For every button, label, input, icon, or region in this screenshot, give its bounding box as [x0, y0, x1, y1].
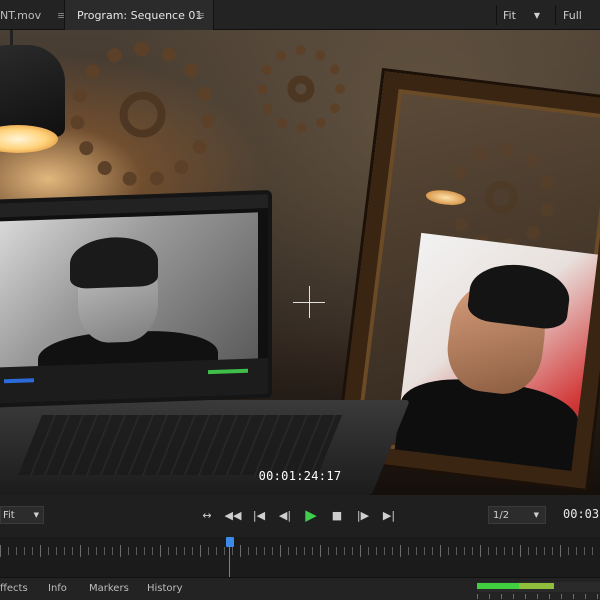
audio-meter-scale: [477, 594, 600, 599]
tab-source-clip[interactable]: NT.mov ≡: [0, 0, 66, 30]
step-forward-frame-button[interactable]: |▶: [350, 506, 376, 524]
laptop-screen: [0, 189, 272, 409]
divider: [555, 5, 556, 25]
timeline-ruler[interactable]: [0, 537, 600, 577]
zoom-level-dropdown[interactable]: Fit ▼: [0, 506, 44, 524]
ruler-major-ticks: [0, 545, 600, 557]
stop-icon: ■: [331, 508, 343, 522]
mark-in-out-button[interactable]: ↔: [194, 506, 220, 524]
audio-meter-level: [477, 583, 519, 589]
audio-meter-level: [519, 583, 554, 589]
go-to-in-icon: |◀: [252, 508, 266, 522]
transport-controls: ↔ ◀◀ |◀ ◀| ▶ ■ |▶ ▶|: [194, 506, 402, 524]
playhead-handle[interactable]: [226, 537, 234, 547]
tab-program-sequence[interactable]: Program: Sequence 01 ≡: [64, 0, 214, 30]
mark-in-out-icon: ↔: [202, 508, 212, 522]
go-to-out-button[interactable]: ▶|: [376, 506, 402, 524]
duration-timecode[interactable]: 00:03:: [563, 507, 600, 521]
go-to-out-icon: ▶|: [382, 508, 396, 522]
stop-button[interactable]: ■: [324, 506, 350, 524]
playback-resolution-dropdown[interactable]: Full ▼: [563, 0, 600, 30]
play-icon: ▶: [305, 506, 317, 524]
tab-effects[interactable]: ffects: [0, 583, 28, 594]
step-forward-frame-icon: |▶: [356, 508, 370, 522]
play-button[interactable]: ▶: [298, 506, 324, 524]
step-back-icon: ◀◀: [224, 508, 242, 522]
tab-label: NT.mov: [0, 8, 42, 22]
wall-gear: [257, 45, 345, 133]
playback-resolution-value: Full: [563, 8, 582, 22]
desk-lamp: [0, 30, 65, 153]
divider: [496, 5, 497, 25]
laptop-keyboard: [17, 415, 343, 475]
go-to-in-button[interactable]: |◀: [246, 506, 272, 524]
timecode-overlay: 00:01:24:17: [258, 469, 342, 483]
chevron-down-icon: ▼: [533, 10, 541, 20]
tab-menu-icon[interactable]: ≡: [196, 9, 205, 22]
tab-label: Program: Sequence 01: [77, 8, 203, 22]
step-back-frame-icon: ◀|: [278, 508, 292, 522]
zoom-level-value: Fit: [3, 509, 15, 521]
chevron-down-icon: ▼: [33, 511, 39, 519]
tab-history[interactable]: History: [147, 583, 183, 594]
wall-gear: [70, 42, 215, 187]
zoom-level-dropdown[interactable]: Fit ▼: [503, 0, 540, 30]
crosshair-icon: [309, 286, 310, 318]
chevron-down-icon: ▼: [533, 511, 539, 519]
tab-info[interactable]: Info: [48, 583, 67, 594]
laptop-screen-image: [0, 212, 258, 396]
resolution-value: 1/2: [493, 509, 510, 521]
step-back-frame-button[interactable]: ◀|: [272, 506, 298, 524]
zoom-level-value: Fit: [503, 8, 516, 22]
resolution-dropdown[interactable]: 1/2 ▼: [488, 506, 546, 524]
panel-tab-bar: NT.mov ≡ Program: Sequence 01 ≡ Fit ▼ Fu…: [0, 0, 600, 30]
tab-markers[interactable]: Markers: [89, 583, 129, 594]
playback-controls-bar: Fit ▼ ↔ ◀◀ |◀ ◀| ▶ ■ |▶ ▶| 1/2 ▼ 00:03:: [0, 495, 600, 537]
program-monitor-video[interactable]: 00:01:24:17: [0, 30, 600, 495]
playhead-line: [229, 547, 230, 577]
step-back-button[interactable]: ◀◀: [220, 506, 246, 524]
